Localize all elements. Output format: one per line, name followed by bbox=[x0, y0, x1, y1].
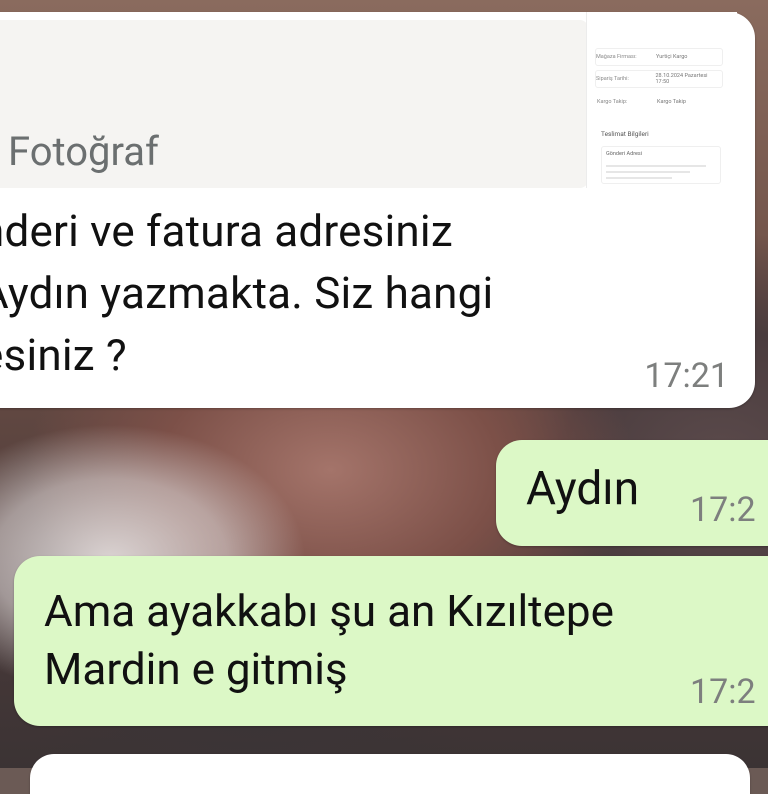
thumb-section-title: Teslimat Bilgileri bbox=[601, 130, 649, 138]
thumb-row-value: Kargo Takip bbox=[657, 99, 686, 105]
thumb-address-title: Gönderi Adresi bbox=[606, 151, 643, 157]
incoming-message-bubble[interactable]: z Fotoğraf Mağaza Firması: Yurtiçi Kargo… bbox=[0, 12, 755, 408]
thumb-row-value: Yurtiçi Kargo bbox=[656, 54, 688, 60]
message-line: Aydın yazmakta. Siz hangi bbox=[0, 267, 494, 319]
quoted-photo-thumbnail[interactable]: Mağaza Firması: Yurtiçi Kargo Sipariş Ta… bbox=[586, 12, 737, 188]
outgoing-message-text: Ama ayakkabı şu an Kızıltepe Mardin e gi… bbox=[44, 582, 614, 698]
thumb-row-label: Kargo Takip: bbox=[597, 99, 628, 105]
message-line: esiniz ? bbox=[0, 329, 127, 381]
quoted-media-label: Fotoğraf bbox=[8, 128, 159, 175]
thumb-row: Sipariş Tarihi: 28.10.2024 Pazartesi 17:… bbox=[595, 70, 723, 88]
next-message-bubble-edge[interactable] bbox=[30, 754, 750, 794]
outgoing-message-bubble[interactable]: Aydın 17:2 bbox=[496, 440, 768, 546]
thumb-row-label: Mağaza Firması: bbox=[596, 54, 637, 60]
message-line: nderi ve fatura adresiniz bbox=[0, 205, 453, 257]
thumb-row: Mağaza Firması: Yurtiçi Kargo bbox=[595, 48, 723, 66]
message-line: Mardin e gitmiş bbox=[44, 643, 348, 695]
message-timestamp: 17:2 bbox=[690, 672, 756, 712]
thumb-row: Kargo Takip: Kargo Takip bbox=[597, 94, 731, 110]
thumb-address-line bbox=[606, 171, 690, 173]
outgoing-message-text: Aydın bbox=[526, 462, 640, 516]
thumb-address-line bbox=[606, 165, 706, 167]
quoted-message[interactable]: z Fotoğraf bbox=[0, 20, 588, 188]
message-line: Ama ayakkabı şu an Kızıltepe bbox=[44, 585, 614, 637]
thumb-row-label: Sipariş Tarihi: bbox=[596, 76, 629, 82]
quoted-media-type: Fotoğraf bbox=[0, 128, 159, 175]
thumb-address-card: Gönderi Adresi bbox=[601, 146, 721, 184]
incoming-message-text: nderi ve fatura adresiniz Aydın yazmakta… bbox=[0, 200, 700, 386]
message-timestamp: 17:2 bbox=[690, 490, 756, 530]
outgoing-message-bubble[interactable]: Ama ayakkabı şu an Kızıltepe Mardin e gi… bbox=[14, 556, 768, 726]
thumb-row-value: 28.10.2024 Pazartesi 17:50 bbox=[655, 73, 708, 85]
message-timestamp: 17:21 bbox=[644, 356, 729, 396]
thumb-address-line bbox=[606, 177, 672, 179]
